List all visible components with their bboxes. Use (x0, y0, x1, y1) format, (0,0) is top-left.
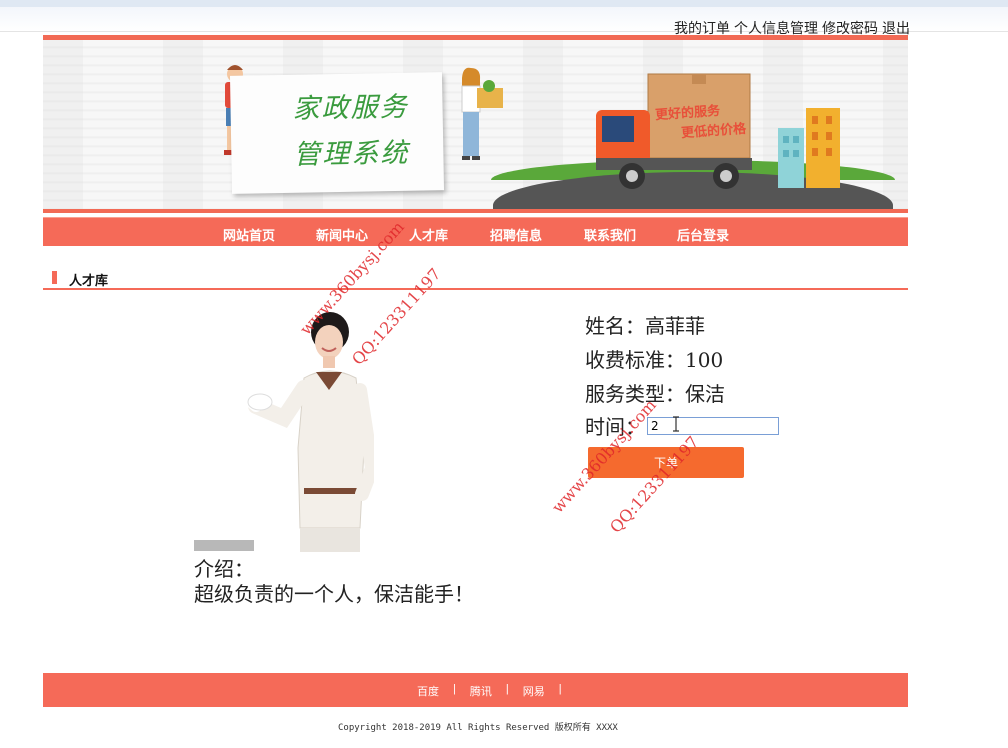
footer-separator: | (453, 683, 456, 695)
footer-separator: | (558, 683, 562, 695)
footer-link-tencent[interactable]: 腾讯 (470, 683, 492, 699)
nav-jobs[interactable]: 招聘信息 (490, 225, 542, 244)
banner-bottom-border (43, 209, 908, 213)
main-nav: 网站首页 新闻中心 人才库 招聘信息 联系我们 后台登录 (43, 217, 908, 246)
logo-card: 家政服务 管理系统 (229, 72, 445, 194)
buildings-illustration (778, 108, 840, 188)
nav-home[interactable]: 网站首页 (223, 225, 275, 244)
profile-fee: 收费标准：100 (585, 348, 724, 372)
site-banner: 家政服务 管理系统 更好的服务 更低的价格 (43, 35, 908, 213)
profile-name: 姓名：高菲菲 (585, 314, 705, 338)
photo-caption-bar (194, 540, 254, 551)
top-bar: 我的订单 个人信息管理 修改密码 退出 (0, 0, 1008, 36)
logo-title-line2: 管理系统 (293, 137, 410, 171)
profile-photo (194, 298, 374, 552)
section-title: 人才库 (69, 273, 109, 288)
footer-bar: 百度 | 腾讯 | 网易 | (43, 673, 908, 707)
nav-admin-login[interactable]: 后台登录 (677, 225, 729, 244)
nav-talent[interactable]: 人才库 (409, 225, 448, 244)
footer-links: 百度 | 腾讯 | 网易 | (417, 683, 576, 699)
worker-woman-illustration (461, 67, 503, 160)
nav-news[interactable]: 新闻中心 (316, 225, 368, 244)
footer-separator: | (505, 683, 509, 695)
footer-link-baidu[interactable]: 百度 (417, 683, 439, 699)
footer-link-netease[interactable]: 网易 (523, 683, 545, 699)
nav-contact[interactable]: 联系我们 (584, 225, 636, 244)
time-input[interactable] (647, 417, 779, 435)
section-marker (52, 271, 57, 284)
intro-text: 超级负责的一个人，保洁能手！ (194, 582, 474, 606)
copyright-text: Copyright 2018-2019 All Rights Reserved … (338, 723, 618, 733)
profile-service-type: 服务类型：保洁 (585, 382, 725, 406)
section-header: 人才库 (43, 266, 908, 290)
text-cursor-icon (673, 416, 679, 432)
logo-title-line1: 家政服务 (292, 91, 409, 125)
